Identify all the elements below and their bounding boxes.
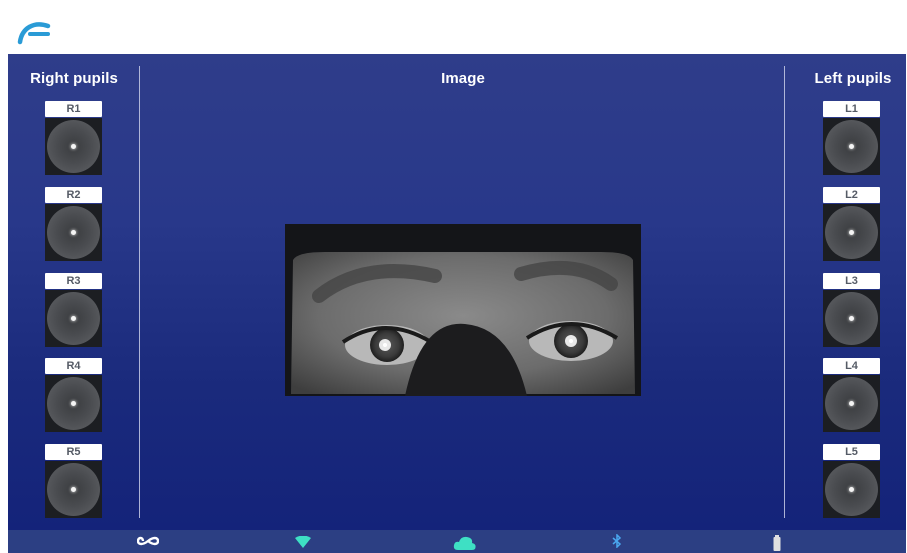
right-pupils-title: Right pupils [30,70,118,87]
thumb-label: L5 [823,444,880,460]
left-divider [139,66,140,518]
bluetooth-icon [612,534,622,548]
pupil-image [45,118,102,175]
pupil-image [823,204,880,261]
pupil-image [823,118,880,175]
thumb-label: R5 [45,444,102,460]
pupil-image [45,375,102,432]
thumb-label: R3 [45,273,102,289]
eye-image [285,224,641,396]
left-pupils-title: Left pupils [814,70,892,87]
cloud-icon [453,536,476,550]
thumb-label: R4 [45,358,102,374]
right-pupil-thumbnail[interactable]: R3 [45,273,102,347]
status-bar [8,530,906,553]
image-title: Image [441,70,485,87]
pupil-image [45,461,102,518]
right-pupil-thumbnail[interactable]: R1 [45,101,102,175]
top-bar [8,8,906,54]
thumb-label: R1 [45,101,102,117]
right-pupil-thumbnail[interactable]: R5 [45,444,102,518]
infinity-icon [137,536,159,546]
thumb-label: L2 [823,187,880,203]
pupil-image [45,290,102,347]
thumb-label: L1 [823,101,880,117]
thumb-label: R2 [45,187,102,203]
pupil-image [823,290,880,347]
left-pupil-thumbnail[interactable]: L4 [823,358,880,432]
battery-icon [773,535,781,551]
pupil-image [45,204,102,261]
thumb-label: L3 [823,273,880,289]
app-logo-icon [17,22,51,45]
pupil-image [823,461,880,518]
wifi-icon [295,536,311,548]
eye-photo [285,224,641,396]
right-pupil-thumbnail[interactable]: R4 [45,358,102,432]
left-pupil-thumbnail[interactable]: L5 [823,444,880,518]
thumb-label: L4 [823,358,880,374]
right-divider [784,66,785,518]
left-pupil-thumbnail[interactable]: L3 [823,273,880,347]
main-panel: Right pupils Image Left pupils R1 R2 R3 … [8,54,906,530]
pupil-image [823,375,880,432]
left-pupil-thumbnail[interactable]: L1 [823,101,880,175]
left-pupil-thumbnail[interactable]: L2 [823,187,880,261]
right-pupil-thumbnail[interactable]: R2 [45,187,102,261]
